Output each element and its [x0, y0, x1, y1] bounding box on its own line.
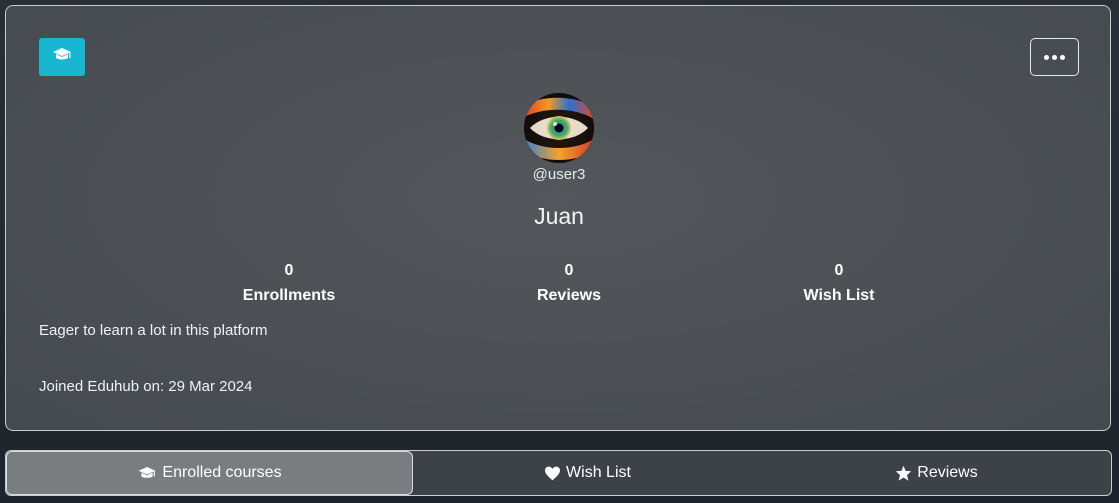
- star-icon: [895, 465, 912, 481]
- stat-reviews: 0 Reviews: [489, 258, 649, 308]
- heart-icon: [544, 466, 561, 481]
- more-options-button[interactable]: [1030, 38, 1079, 76]
- tab-label: Reviews: [917, 464, 978, 481]
- user-bio: Eager to learn a lot in this platform: [39, 322, 268, 339]
- display-name: Juan: [534, 203, 584, 229]
- stat-wish-list: 0 Wish List: [759, 258, 919, 308]
- role-badge: [39, 38, 85, 76]
- tab-reviews[interactable]: Reviews: [762, 451, 1111, 495]
- stat-label: Enrollments: [242, 287, 336, 304]
- tab-enrolled-courses[interactable]: Enrolled courses: [6, 451, 413, 495]
- graduation-cap-icon: [52, 47, 72, 68]
- graduation-cap-icon: [137, 466, 157, 481]
- tab-label: Wish List: [566, 464, 631, 481]
- tab-wish-list[interactable]: Wish List: [413, 451, 762, 495]
- profile-page: @user3 Juan 0 Enrollments 0 Reviews 0 Wi…: [0, 0, 1119, 503]
- stat-label: Wish List: [803, 287, 875, 304]
- stat-value: 0: [834, 262, 844, 279]
- profile-card: @user3 Juan 0 Enrollments 0 Reviews 0 Wi…: [5, 5, 1111, 431]
- username: @user3: [532, 166, 586, 183]
- stat-enrollments: 0 Enrollments: [209, 258, 369, 308]
- ellipsis-icon: [1044, 54, 1049, 60]
- stat-value: 0: [564, 262, 574, 279]
- stat-value: 0: [284, 262, 294, 279]
- profile-tabs: Enrolled courses Wish List Reviews: [5, 450, 1112, 496]
- joined-date: Joined Eduhub on: 29 Mar 2024: [39, 378, 253, 395]
- tab-label: Enrolled courses: [162, 464, 282, 481]
- avatar: [524, 93, 594, 163]
- stat-label: Reviews: [536, 287, 602, 304]
